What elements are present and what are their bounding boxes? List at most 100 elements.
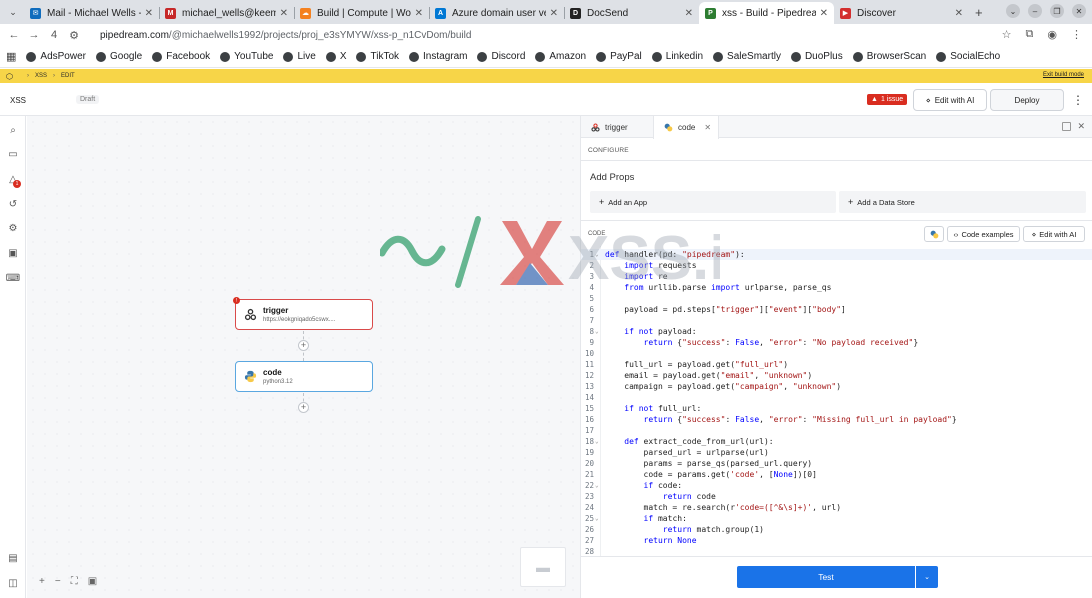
layout-icon[interactable]: ◫ (7, 577, 19, 589)
zoom-in-icon[interactable]: + (39, 576, 45, 587)
python-runtime-button[interactable] (924, 226, 944, 242)
browser-tab[interactable]: ☁ Build | Compute | Worke ✕ (294, 2, 429, 24)
bookmark-item[interactable]: SocialEcho (936, 51, 1000, 62)
browser-tab-label: DocSend (587, 7, 629, 19)
test-options-chevron-icon[interactable]: ⌄ (916, 566, 938, 588)
terminal-icon[interactable]: ▣ (7, 247, 19, 259)
minimize-button[interactable]: – (1028, 4, 1042, 18)
close-tab-icon[interactable]: ✕ (704, 123, 711, 132)
bookmark-item[interactable]: Google (95, 51, 142, 62)
extensions-icon[interactable]: ⧉ (1026, 28, 1034, 41)
add-data-store-button[interactable]: + Add a Data Store (839, 191, 1086, 213)
breadcrumb-workflow[interactable]: XSS (35, 73, 47, 79)
bookmark-item[interactable]: Instagram (409, 51, 467, 62)
fold-chevron-icon[interactable]: ⌄ (595, 513, 599, 524)
close-panel-icon[interactable]: ✕ (1077, 121, 1085, 132)
add-step-button[interactable]: + (298, 340, 309, 351)
bookmark-item[interactable]: Amazon (535, 51, 586, 62)
tab-search-chevron-icon[interactable]: ⌄ (4, 3, 22, 21)
url-host: pipedream.com (100, 29, 169, 41)
bookmark-item[interactable]: PayPal (596, 51, 642, 62)
fit-view-icon[interactable]: ⛶ (71, 576, 78, 587)
menu-icon[interactable]: ⋮ (1071, 28, 1082, 41)
browser-tab[interactable]: ✉ Mail - Michael Wells - Out ✕ (24, 2, 159, 24)
settings-icon[interactable]: ⚙ (7, 222, 19, 234)
add-step-button[interactable]: + (298, 402, 309, 413)
browser-tab[interactable]: Mmichael_wells@keemail. ✕ (159, 2, 294, 24)
bookmark-label: AdsPower (40, 51, 86, 62)
bookmark-item[interactable]: AdsPower (26, 51, 86, 62)
minimap[interactable]: ▬ (520, 547, 566, 587)
trigger-node[interactable]: ! trigger https://eokgniqado5cswx.... (233, 297, 373, 330)
browser-tab[interactable]: Pxss - Build - Pipedream ✕ (699, 2, 834, 24)
bookmark-item[interactable]: SaleSmartly (713, 51, 781, 62)
bookmark-item[interactable]: Linkedin (651, 51, 703, 62)
code-editor[interactable]: 1 ⌄ def handler(pd: "pipedream"): 2 import … (581, 246, 1092, 556)
close-tab-icon[interactable]: ✕ (550, 8, 558, 19)
profile-icon[interactable]: ◉ (1047, 28, 1057, 41)
new-tab-button[interactable]: + (975, 5, 983, 20)
bookmark-item[interactable]: TikTok (356, 51, 399, 62)
forward-button[interactable]: → (26, 29, 42, 41)
bookmark-item[interactable]: DuoPlus (790, 51, 843, 62)
history-icon[interactable]: ↺ (7, 198, 19, 210)
close-window-button[interactable]: ✕ (1072, 4, 1086, 18)
code-edit-with-ai-label: Edit with AI (1039, 229, 1077, 239)
bookmark-favicon-icon (220, 51, 231, 62)
issue-badge[interactable]: ▲ 1 issue (867, 94, 908, 105)
reload-count[interactable]: 4 (46, 29, 62, 41)
panel-toggle-icon[interactable]: ▤ (7, 552, 19, 564)
tab-trigger[interactable]: trigger (581, 116, 653, 138)
split-view-icon[interactable] (1062, 122, 1071, 131)
browser-tab[interactable]: A Azure domain user verif ✕ (429, 2, 564, 24)
fold-chevron-icon[interactable]: ⌄ (595, 480, 599, 491)
browser-tab-label: Mail - Michael Wells - Out (47, 7, 141, 19)
webhook-icon (244, 308, 257, 321)
minimap-toggle-icon[interactable]: ▣ (88, 576, 97, 587)
test-button[interactable]: Test (737, 566, 915, 588)
chevron-down-icon[interactable]: ⌄ (1006, 4, 1020, 18)
fold-chevron-icon[interactable]: ⌄ (595, 326, 599, 337)
bookmark-label: X (339, 51, 347, 62)
zoom-controls: + − ⛶ ▣ (39, 576, 97, 587)
close-tab-icon[interactable]: ✕ (415, 8, 423, 19)
site-info-icon[interactable]: ⚙ (66, 29, 82, 42)
close-tab-icon[interactable]: ✕ (685, 8, 693, 19)
browser-tab[interactable]: D DocSend ✕ (564, 2, 699, 24)
bookmark-item[interactable]: Facebook (152, 51, 210, 62)
back-button[interactable]: ← (6, 29, 22, 41)
workflow-canvas[interactable]: ! trigger https://eokgniqado5cswx.... + … (27, 116, 580, 598)
bookmark-item[interactable]: YouTube (220, 51, 273, 62)
tab-code[interactable]: code ✕ (653, 116, 719, 139)
code-node[interactable]: code python3.12 (235, 361, 373, 392)
close-tab-icon[interactable]: ✕ (145, 8, 153, 19)
fold-chevron-icon[interactable]: ⌄ (595, 436, 599, 447)
maximize-button[interactable]: ❐ (1050, 4, 1064, 18)
apps-grid-icon[interactable]: ▦ (6, 50, 16, 63)
workflow-name[interactable]: XSS (10, 96, 26, 105)
star-icon[interactable]: ☆ (1002, 28, 1012, 41)
fold-chevron-icon[interactable]: ⌄ (595, 249, 599, 260)
code-examples-button[interactable]: ‹› Code examples (947, 226, 1020, 242)
close-tab-icon[interactable]: ✕ (280, 8, 288, 19)
browser-tab[interactable]: ▶ Discover ✕ (834, 2, 969, 24)
browser-tab-label: Azure domain user verif (452, 7, 546, 19)
bookmark-item[interactable]: BrowserScan (852, 51, 926, 62)
search-icon[interactable]: ⌕ (7, 124, 19, 136)
code-edit-with-ai-button[interactable]: ⋄ Edit with AI (1023, 226, 1085, 242)
keyboard-icon[interactable]: ⌨ (6, 272, 20, 284)
close-tab-icon[interactable]: ✕ (955, 8, 963, 19)
bookmark-item[interactable]: Discord (477, 51, 525, 62)
exit-build-mode-link[interactable]: Exit build mode (1043, 72, 1084, 78)
code-text: from urllib.parse import urlparse, parse… (624, 283, 832, 292)
edit-with-ai-button[interactable]: ⋄ Edit with AI (913, 89, 987, 111)
bookmark-item[interactable]: X (325, 51, 347, 62)
comment-icon[interactable]: ▭ (7, 148, 19, 160)
more-options-icon[interactable]: ⋮ (1072, 93, 1084, 107)
add-app-button[interactable]: + Add an App (590, 191, 836, 213)
url-field[interactable]: pipedream.com/@michaelwells1992/projects… (100, 30, 471, 41)
zoom-out-icon[interactable]: − (55, 576, 61, 587)
bookmark-item[interactable]: Live (283, 51, 316, 62)
deploy-button[interactable]: Deploy (990, 89, 1064, 111)
close-tab-icon[interactable]: ✕ (820, 8, 828, 19)
